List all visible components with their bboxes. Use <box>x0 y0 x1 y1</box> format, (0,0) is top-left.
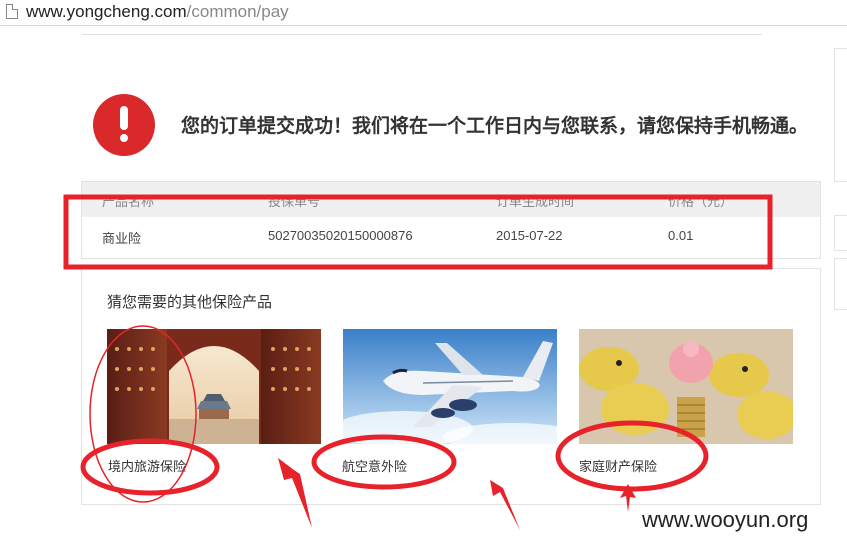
url-text[interactable]: www.yongcheng.com/common/pay <box>26 2 289 22</box>
property-insurance-image[interactable] <box>579 329 793 444</box>
cell-policy-number: 50270035020150000876 <box>268 228 413 243</box>
url-domain: www.yongcheng.com <box>26 2 187 21</box>
aviation-insurance-image[interactable] <box>343 329 557 444</box>
cell-product-name: 商业险 <box>102 231 142 246</box>
address-bar[interactable]: www.yongcheng.com/common/pay <box>0 0 847 26</box>
header-policy-number: 投保单号 <box>268 195 321 210</box>
order-table: 产品名称 投保单号 订单生成时间 价格（元） 商业险 5027003502015… <box>81 181 821 259</box>
url-path: /common/pay <box>186 2 289 21</box>
recommendations-title: 猜您需要的其他保险产品 <box>107 293 273 311</box>
travel-insurance-image[interactable] <box>107 329 321 444</box>
product-label-aviation[interactable]: 航空意外险 <box>342 456 407 475</box>
top-divider <box>82 34 762 35</box>
header-price: 价格（元） <box>668 195 734 210</box>
cell-order-time: 2015-07-22 <box>496 228 563 243</box>
side-panel <box>834 48 847 182</box>
product-label-travel[interactable]: 境内旅游保险 <box>108 456 186 475</box>
product-label-property[interactable]: 家庭财产保险 <box>579 456 657 475</box>
exclamation-icon <box>93 94 155 156</box>
watermark: www.wooyun.org <box>642 507 809 532</box>
page-icon <box>6 4 18 19</box>
order-table-header: 产品名称 投保单号 订单生成时间 价格（元） <box>82 182 820 217</box>
side-panel <box>834 215 847 251</box>
success-message: 您的订单提交成功！我们将在一个工作日内与您联系，请您保持手机畅通。 <box>181 115 809 137</box>
header-product-name: 产品名称 <box>102 195 155 210</box>
header-order-time: 订单生成时间 <box>496 195 575 210</box>
side-panel <box>834 258 847 310</box>
cell-price: 0.01 <box>668 228 694 243</box>
